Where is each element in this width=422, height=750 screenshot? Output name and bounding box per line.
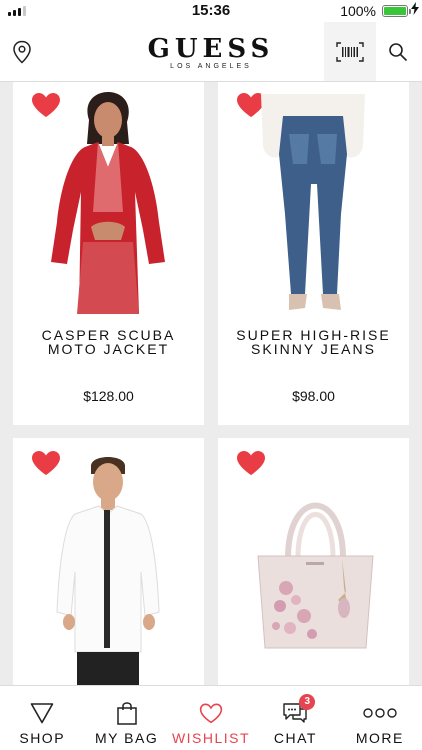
bag-icon [116,702,137,725]
product-name[interactable]: CASPER SCUBA MOTO JACKET [13,328,204,356]
tab-label: WISHLIST [171,730,251,746]
product-name-line1: CASPER SCUBA [41,327,176,343]
tab-label: CHAT [273,730,317,746]
wishlist-heart-icon[interactable] [236,450,266,476]
barcode-scan-icon [336,41,364,62]
product-card[interactable] [13,438,204,685]
bottom-tab-bar: SHOP MY BAG WISHLIST 3 CHAT MORE [0,685,422,750]
tab-label: MY BAG [95,730,159,746]
heart-icon [199,702,223,723]
charging-bolt-icon [411,2,419,18]
product-grid: CASPER SCUBA MOTO JACKET $128.00 SUPER H… [0,82,422,685]
tab-my-bag[interactable]: MY BAG [84,686,168,750]
chat-badge: 3 [299,694,316,710]
product-image-tote-bag[interactable] [248,488,383,653]
product-name[interactable]: SUPER HIGH-RISE SKINNY JEANS [218,328,409,356]
product-image-jacket[interactable] [43,92,173,314]
tab-shop[interactable]: SHOP [0,686,84,750]
product-price: $128.00 [83,388,134,404]
product-card[interactable] [218,438,409,685]
status-bar: 15:36 100% [0,0,422,22]
product-image-jeans[interactable] [253,94,373,316]
product-price: $98.00 [292,388,335,404]
tab-chat[interactable]: 3 CHAT [253,686,337,750]
tab-wishlist[interactable]: WISHLIST [169,686,253,750]
search-icon [389,43,408,62]
product-name-line2: SKINNY JEANS [251,341,376,357]
product-card[interactable]: SUPER HIGH-RISE SKINNY JEANS $98.00 [218,82,409,425]
product-name-line1: SUPER HIGH-RISE [236,327,391,343]
tab-label: SHOP [19,730,66,746]
battery-percent: 100% [340,3,376,19]
tab-more[interactable]: MORE [338,686,422,750]
product-image-shirt[interactable] [53,452,163,685]
battery-icon [382,5,411,17]
product-card[interactable]: CASPER SCUBA MOTO JACKET $128.00 [13,82,204,425]
search-button[interactable] [376,30,420,74]
barcode-scan-button[interactable] [324,22,376,81]
app-header: GUESS LOS ANGELES [0,22,422,82]
more-dots-icon [363,708,397,718]
product-name-line2: MOTO JACKET [47,341,170,357]
shop-triangle-icon [30,703,54,724]
tab-label: MORE [355,730,404,746]
